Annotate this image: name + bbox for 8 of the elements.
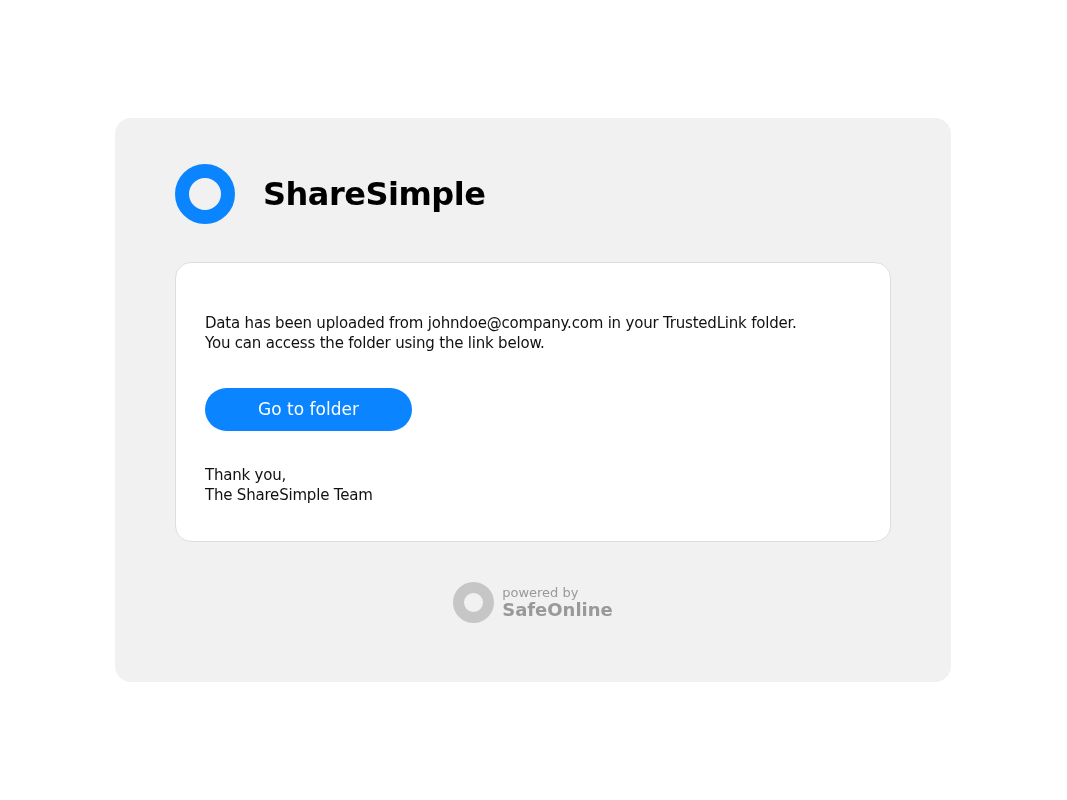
signoff-text: Thank you, The ShareSimple Team (205, 465, 374, 505)
powered-by-text: powered by (502, 585, 580, 600)
go-to-folder-button[interactable]: Go to folder (205, 388, 412, 431)
brand-name: ShareSimple (263, 174, 486, 214)
safeonline-name: SafeOnline (502, 599, 613, 620)
safeonline-logo-icon (453, 582, 495, 623)
message-text: Data has been uploaded from johndoe@company.com in your TrustedLink folder. You can access the folder using the link below. (205, 313, 798, 353)
logo-icon (175, 164, 235, 224)
